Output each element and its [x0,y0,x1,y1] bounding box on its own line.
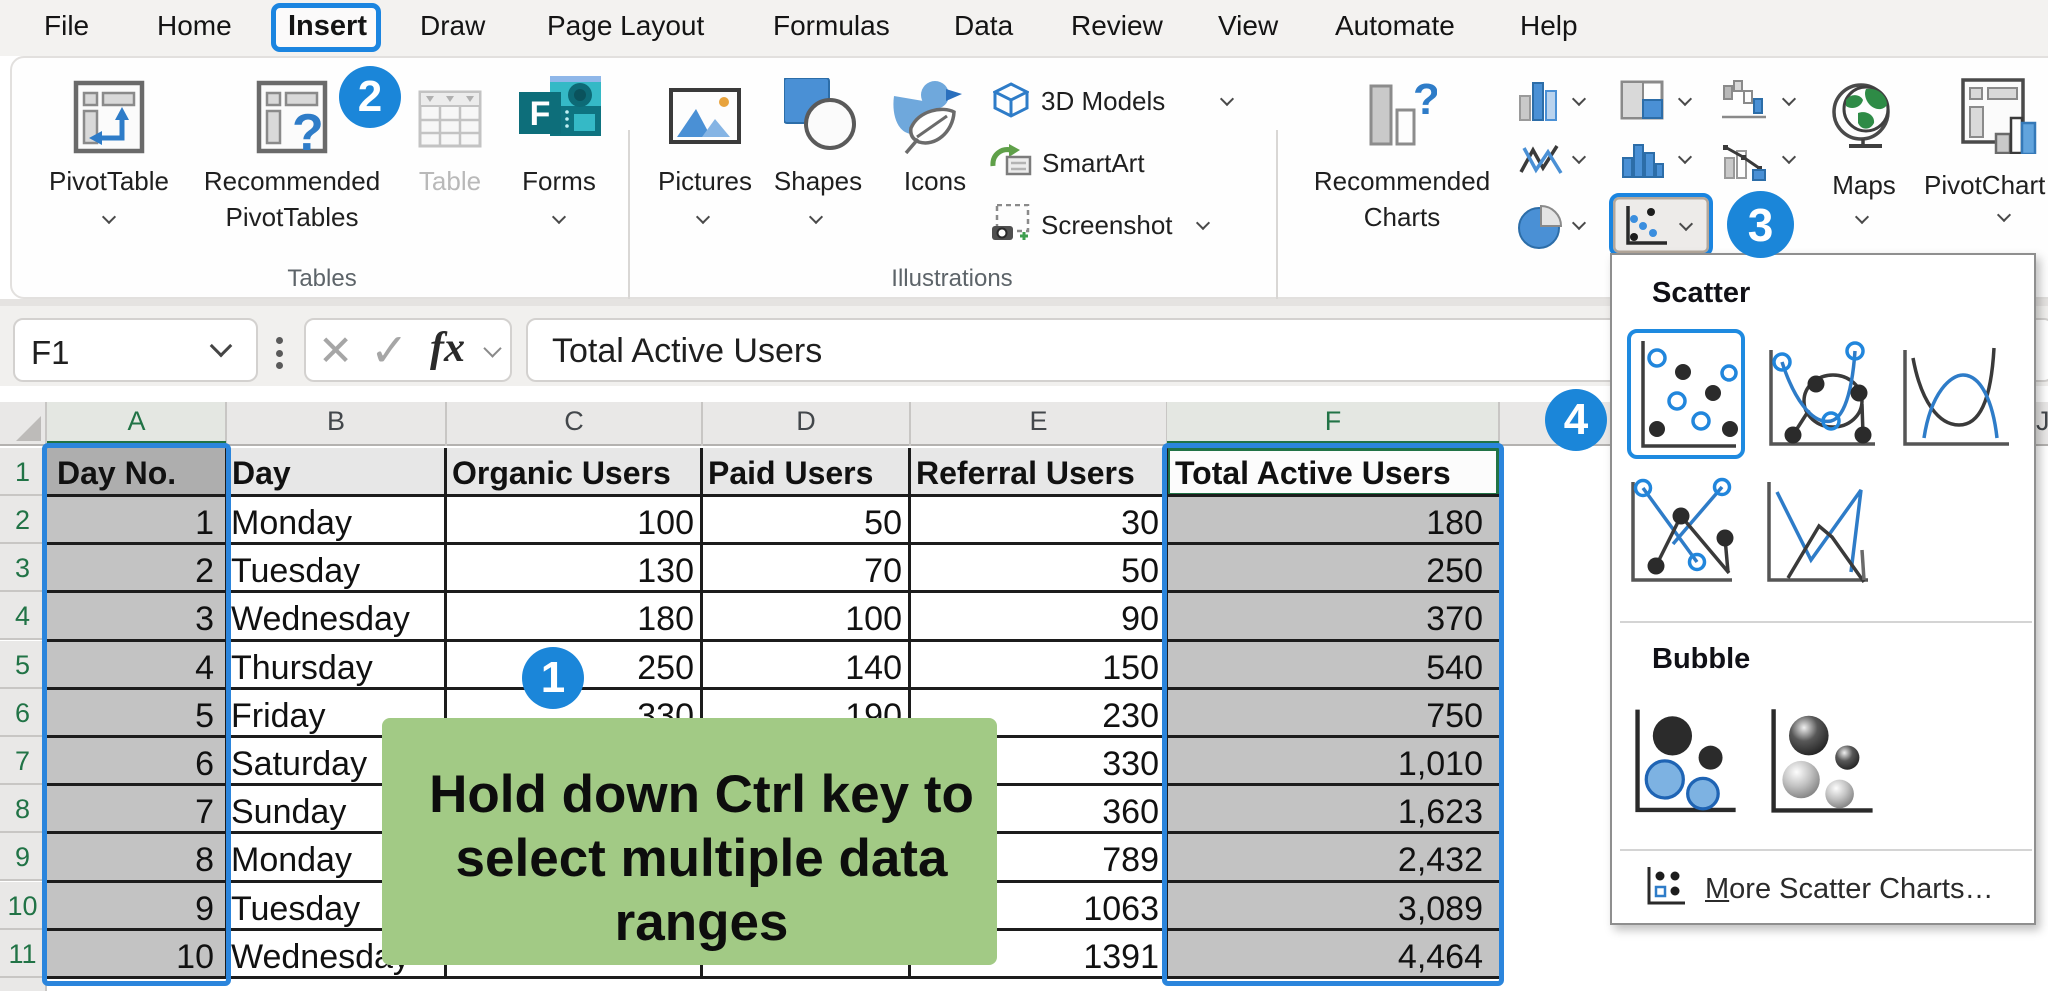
svg-text:F: F [530,95,551,133]
svg-text:?: ? [1413,80,1437,124]
svg-text:?: ? [292,104,324,154]
